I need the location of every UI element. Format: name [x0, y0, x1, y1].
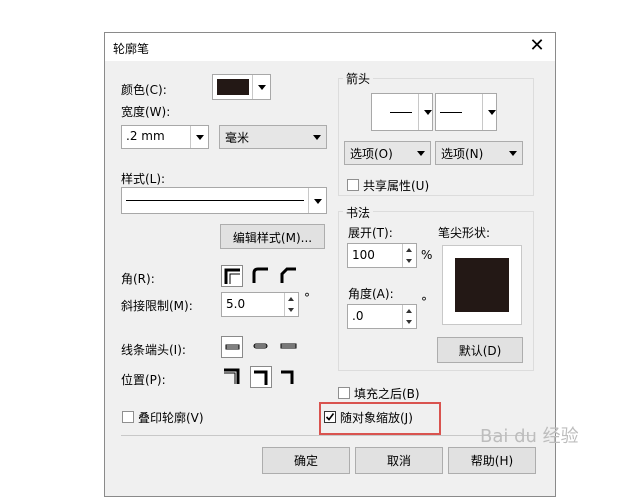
- width-label: 宽度(W):: [121, 105, 171, 119]
- line-style-combo[interactable]: [121, 187, 327, 214]
- position-center-icon[interactable]: [250, 366, 272, 388]
- help-button-label: 帮助(H): [470, 454, 514, 468]
- miter-limit-spinner[interactable]: 5.0: [221, 292, 299, 317]
- highlight-box: [319, 402, 441, 435]
- stretch-percent: %: [421, 248, 433, 262]
- corner-bevel-icon[interactable]: [278, 265, 300, 287]
- edit-style-button[interactable]: 编辑样式(M)...: [220, 224, 325, 249]
- cancel-button[interactable]: 取消: [355, 447, 443, 474]
- start-arrow-options-label: 选项(O): [350, 147, 393, 161]
- arrows-group-title: 箭头: [343, 70, 374, 87]
- miter-limit-label: 斜接限制(M):: [121, 299, 193, 313]
- unit-select[interactable]: 毫米: [219, 125, 327, 149]
- style-label: 样式(L):: [121, 172, 166, 186]
- default-button[interactable]: 默认(D): [437, 337, 523, 363]
- end-arrow-options[interactable]: 选项(N): [435, 141, 523, 165]
- angle-spinner[interactable]: .0: [347, 304, 417, 329]
- title-bar: 轮廓笔 ✕: [105, 33, 555, 61]
- miter-limit-value: 5.0: [226, 297, 246, 311]
- linecap-round-icon[interactable]: [250, 336, 272, 358]
- cancel-button-label: 取消: [386, 454, 411, 468]
- miter-degree: °: [304, 291, 310, 305]
- color-swatch: [217, 79, 249, 95]
- end-arrow-options-label: 选项(N): [441, 147, 484, 161]
- linecap-square-icon[interactable]: [278, 336, 300, 358]
- stretch-spin-buttons[interactable]: [402, 244, 416, 267]
- overprint-checkbox[interactable]: [122, 411, 134, 423]
- start-arrow-combo[interactable]: [371, 93, 433, 131]
- angle-label: 角度(A):: [348, 287, 394, 301]
- start-options-arrow[interactable]: [412, 142, 430, 164]
- unit-value: 毫米: [225, 131, 250, 145]
- edit-style-button-label: 编辑样式(M)...: [232, 231, 313, 245]
- line-style-preview: [126, 200, 304, 201]
- linecap-butt-icon[interactable]: [221, 336, 243, 358]
- angle-value: .0: [352, 309, 364, 323]
- default-button-label: 默认(D): [458, 344, 502, 358]
- corner-miter-icon[interactable]: [221, 265, 243, 287]
- miter-spin-buttons[interactable]: [284, 293, 298, 316]
- position-inside-icon[interactable]: [278, 366, 300, 388]
- corner-label: 角(R):: [121, 272, 155, 286]
- calligraphy-group-title: 书法: [343, 204, 374, 221]
- fill-behind-checkbox[interactable]: [338, 387, 350, 399]
- overprint-label: 叠印轮廓(V): [138, 411, 204, 425]
- end-arrow-preview: [440, 112, 462, 113]
- end-arrow-dropdown-arrow[interactable]: [482, 94, 496, 130]
- end-arrow-combo[interactable]: [435, 93, 497, 131]
- ok-button-label: 确定: [293, 454, 318, 468]
- nib-shape-preview[interactable]: [442, 245, 522, 325]
- dialog-title: 轮廓笔: [113, 42, 150, 56]
- width-combo[interactable]: .2 mm: [121, 125, 209, 149]
- nib-shape-label: 笔尖形状:: [438, 226, 491, 240]
- start-arrow-preview: [390, 112, 412, 113]
- width-value: .2 mm: [126, 129, 165, 143]
- fill-behind-label: 填充之后(B): [354, 387, 420, 401]
- stretch-value: 100: [352, 248, 375, 262]
- angle-degree: °: [421, 295, 427, 309]
- share-attributes-checkbox[interactable]: [347, 179, 359, 191]
- position-outside-icon[interactable]: [221, 366, 243, 388]
- end-options-arrow[interactable]: [504, 142, 522, 164]
- start-arrow-options[interactable]: 选项(O): [344, 141, 431, 165]
- width-dropdown-arrow[interactable]: [190, 126, 208, 148]
- corner-round-icon[interactable]: [250, 265, 272, 287]
- color-label: 颜色(C):: [121, 83, 167, 97]
- color-picker[interactable]: [212, 74, 271, 100]
- unit-dropdown-arrow[interactable]: [308, 126, 326, 148]
- color-dropdown-arrow[interactable]: [252, 75, 270, 99]
- style-dropdown-arrow[interactable]: [308, 188, 326, 213]
- footer-separator: [121, 435, 534, 436]
- linecap-label: 线条端头(I):: [121, 343, 186, 357]
- stretch-label: 展开(T):: [348, 226, 393, 240]
- baidu-watermark: Bai du 经验: [480, 426, 579, 447]
- stretch-spinner[interactable]: 100: [347, 243, 417, 268]
- position-label: 位置(P):: [121, 373, 166, 387]
- close-icon[interactable]: ✕: [525, 35, 549, 57]
- share-attributes-label: 共享属性(U): [363, 179, 430, 193]
- nib-shape: [455, 258, 509, 312]
- angle-spin-buttons[interactable]: [402, 305, 416, 328]
- help-button[interactable]: 帮助(H): [448, 447, 536, 474]
- start-arrow-dropdown-arrow[interactable]: [418, 94, 432, 130]
- ok-button[interactable]: 确定: [262, 447, 350, 474]
